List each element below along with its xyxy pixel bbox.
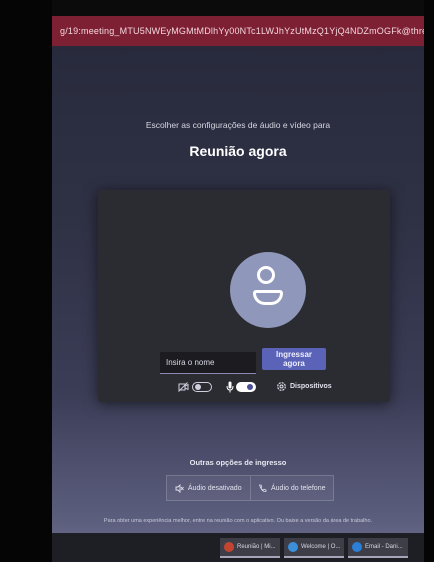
url-text: g/19:meeting_MTU5NWEyMGMtMDlhYy00NTc1LWJ… — [60, 26, 424, 36]
media-controls: Dispositivos — [178, 380, 348, 398]
bezel-top — [52, 0, 424, 16]
screen: g/19:meeting_MTU5NWEyMGMtMDlhYy00NTc1LWJ… — [52, 0, 424, 562]
avatar-head — [257, 266, 275, 284]
app-hint-text: Para obter uma experiência melhor, entre… — [103, 518, 373, 524]
name-input[interactable] — [160, 352, 256, 374]
gear-icon[interactable] — [276, 381, 287, 392]
taskbar: Reunião | Mi... Welcome | O... Email - D… — [52, 533, 424, 562]
browser-icon — [224, 541, 234, 552]
microphone-icon — [226, 381, 234, 393]
other-join-options: Áudio desativado Áudio do telefone — [166, 475, 334, 501]
avatar-body — [253, 290, 283, 305]
speaker-off-icon — [175, 483, 184, 493]
other-join-options-heading: Outras opções de ingresso — [189, 458, 287, 467]
join-now-button[interactable]: Ingressar agora — [262, 348, 326, 370]
meeting-title: Reunião agora — [189, 143, 287, 159]
browser-icon — [288, 541, 298, 552]
taskbar-item-label: Reunião | Mi... — [237, 543, 276, 550]
browser-icon — [352, 541, 362, 552]
video-preview-panel: Ingressar agora Dispositivos — [98, 190, 390, 402]
prejoin-subtitle: Escolher as configurações de áudio e víd… — [145, 120, 331, 130]
audio-off-button[interactable]: Áudio desativado — [167, 476, 251, 500]
devices-button[interactable]: Dispositivos — [290, 383, 332, 390]
camera-toggle-knob — [195, 384, 201, 390]
camera-toggle[interactable] — [192, 382, 212, 392]
microphone-toggle-knob — [247, 384, 253, 390]
audio-off-label: Áudio desativado — [187, 484, 242, 492]
phone-audio-label: Áudio do telefone — [271, 484, 326, 492]
address-bar[interactable]: g/19:meeting_MTU5NWEyMGMtMDlhYy00NTc1LWJ… — [52, 16, 424, 46]
phone-audio-button[interactable]: Áudio do telefone — [251, 476, 334, 500]
taskbar-item-label: Email - Dani... — [365, 543, 403, 550]
microphone-toggle[interactable] — [236, 382, 256, 392]
avatar-icon — [230, 252, 306, 328]
taskbar-item-label: Welcome | O... — [301, 543, 341, 550]
taskbar-item-teams[interactable]: Reunião | Mi... — [220, 537, 280, 558]
taskbar-item-email[interactable]: Email - Dani... — [348, 537, 408, 558]
camera-off-icon — [178, 382, 189, 392]
taskbar-item-welcome[interactable]: Welcome | O... — [284, 537, 344, 558]
phone-icon — [258, 484, 267, 492]
